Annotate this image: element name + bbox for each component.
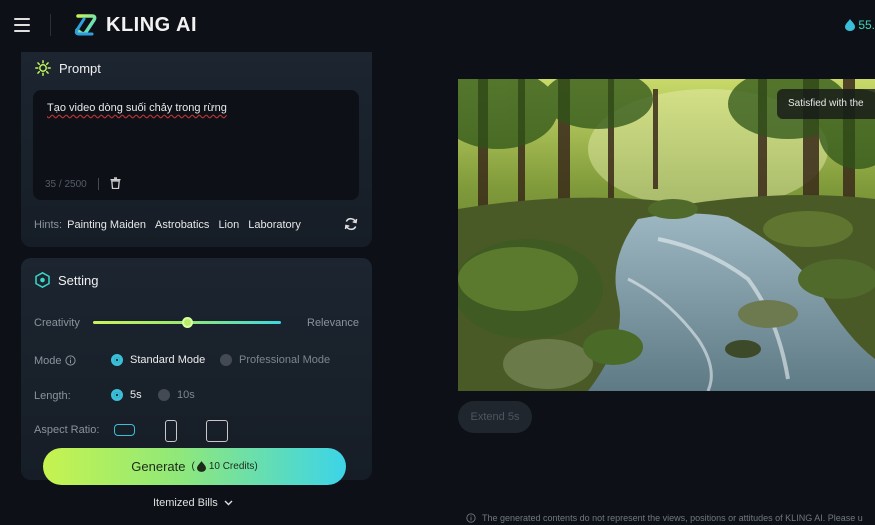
prompt-text[interactable]: Tạo video dòng suối chảy trong rừng — [47, 102, 227, 114]
prompt-header: Prompt — [35, 60, 101, 76]
hexagon-settings-icon — [35, 272, 50, 288]
setting-title: Setting — [58, 272, 99, 288]
refresh-icon[interactable] — [344, 217, 358, 231]
length-10s-radio[interactable]: 10s — [158, 389, 195, 401]
prompt-char-count: 35 / 2500 — [45, 179, 87, 190]
radio-unselected-indicator — [220, 354, 232, 366]
setting-header: Setting — [35, 272, 98, 288]
generate-credits: ( 10 Credits ) — [191, 461, 257, 472]
generate-credits-close: ) — [254, 461, 258, 472]
credit-drop-icon — [845, 19, 856, 31]
radio-unselected-indicator — [158, 389, 170, 401]
prompt-separator — [98, 178, 99, 190]
brand-name: KLING AI — [106, 13, 198, 36]
info-icon — [466, 513, 476, 523]
standard-mode-label: Standard Mode — [130, 354, 206, 366]
itemized-bills-toggle[interactable]: Itemized Bills — [153, 497, 233, 509]
mode-label: Mode — [34, 355, 62, 367]
satisfied-feedback-banner[interactable]: Satisfied with the — [777, 89, 875, 119]
standard-mode-radio[interactable]: Standard Mode — [111, 354, 205, 366]
sun-icon — [35, 60, 51, 76]
satisfied-text: Satisfied with the — [788, 98, 864, 109]
generate-credits-value: 10 Credits — [208, 461, 255, 472]
aspect-ratio-label: Aspect Ratio: — [34, 424, 100, 436]
itemized-bills-label: Itemized Bills — [153, 497, 218, 509]
forest-stream-image — [458, 79, 875, 391]
info-icon[interactable] — [65, 355, 76, 366]
generate-credits-open: ( — [191, 461, 195, 472]
top-bar: KLING AI 55. — [0, 0, 875, 52]
header-divider — [50, 14, 51, 36]
radio-selected-indicator — [111, 354, 123, 366]
length-5s-radio[interactable]: 5s — [111, 389, 142, 401]
professional-mode-label: Professional Mode — [239, 354, 331, 366]
credits-balance[interactable]: 55. — [845, 18, 875, 32]
extend-button[interactable]: Extend 5s — [458, 401, 532, 433]
radio-selected-indicator — [111, 389, 123, 401]
chevron-down-icon — [224, 500, 233, 506]
aspect-ratio-1-1-option[interactable] — [206, 420, 228, 442]
length-10s-label: 10s — [177, 389, 195, 401]
video-preview[interactable]: Satisfied with the — [458, 79, 875, 391]
length-5s-label: 5s — [130, 389, 142, 401]
extend-label: Extend 5s — [470, 411, 520, 423]
hints-label: Hints: — [34, 219, 63, 231]
hint-item[interactable]: Lion — [218, 219, 239, 231]
professional-mode-radio[interactable]: Professional Mode — [220, 354, 330, 366]
prompt-title: Prompt — [59, 60, 101, 76]
hint-item[interactable]: Laboratory — [248, 219, 301, 231]
hint-item[interactable]: Astrobatics — [155, 219, 209, 231]
creativity-relevance-slider[interactable] — [93, 317, 281, 328]
setting-panel: Setting Creativity Relevance Mode Standa… — [21, 258, 372, 480]
prompt-panel: Prompt Tạo video dòng suối chảy trong rừ… — [21, 52, 372, 247]
generate-label: Generate — [131, 459, 186, 474]
menu-icon[interactable] — [14, 18, 30, 32]
credit-drop-icon — [196, 461, 206, 472]
hints-row: Hints: Painting Maiden Astrobatics Lion … — [34, 219, 310, 231]
disclaimer: The generated contents do not represent … — [466, 513, 875, 523]
aspect-ratio-9-16-option[interactable] — [165, 420, 177, 442]
creativity-label: Creativity — [34, 317, 80, 329]
trash-icon[interactable] — [110, 177, 121, 189]
relevance-label: Relevance — [307, 317, 359, 329]
credits-value: 55. — [858, 18, 875, 32]
generate-button[interactable]: Generate ( 10 Credits ) — [43, 448, 346, 485]
disclaimer-text: The generated contents do not represent … — [482, 513, 863, 523]
prompt-input[interactable]: Tạo video dòng suối chảy trong rừng 35 /… — [33, 90, 359, 200]
length-label: Length: — [34, 390, 71, 402]
slider-handle[interactable] — [182, 317, 193, 328]
kling-logo-icon — [74, 14, 97, 36]
hint-item[interactable]: Painting Maiden — [67, 219, 146, 231]
kling-logo[interactable]: KLING AI — [72, 12, 197, 38]
aspect-ratio-16-9-option[interactable] — [114, 424, 135, 436]
